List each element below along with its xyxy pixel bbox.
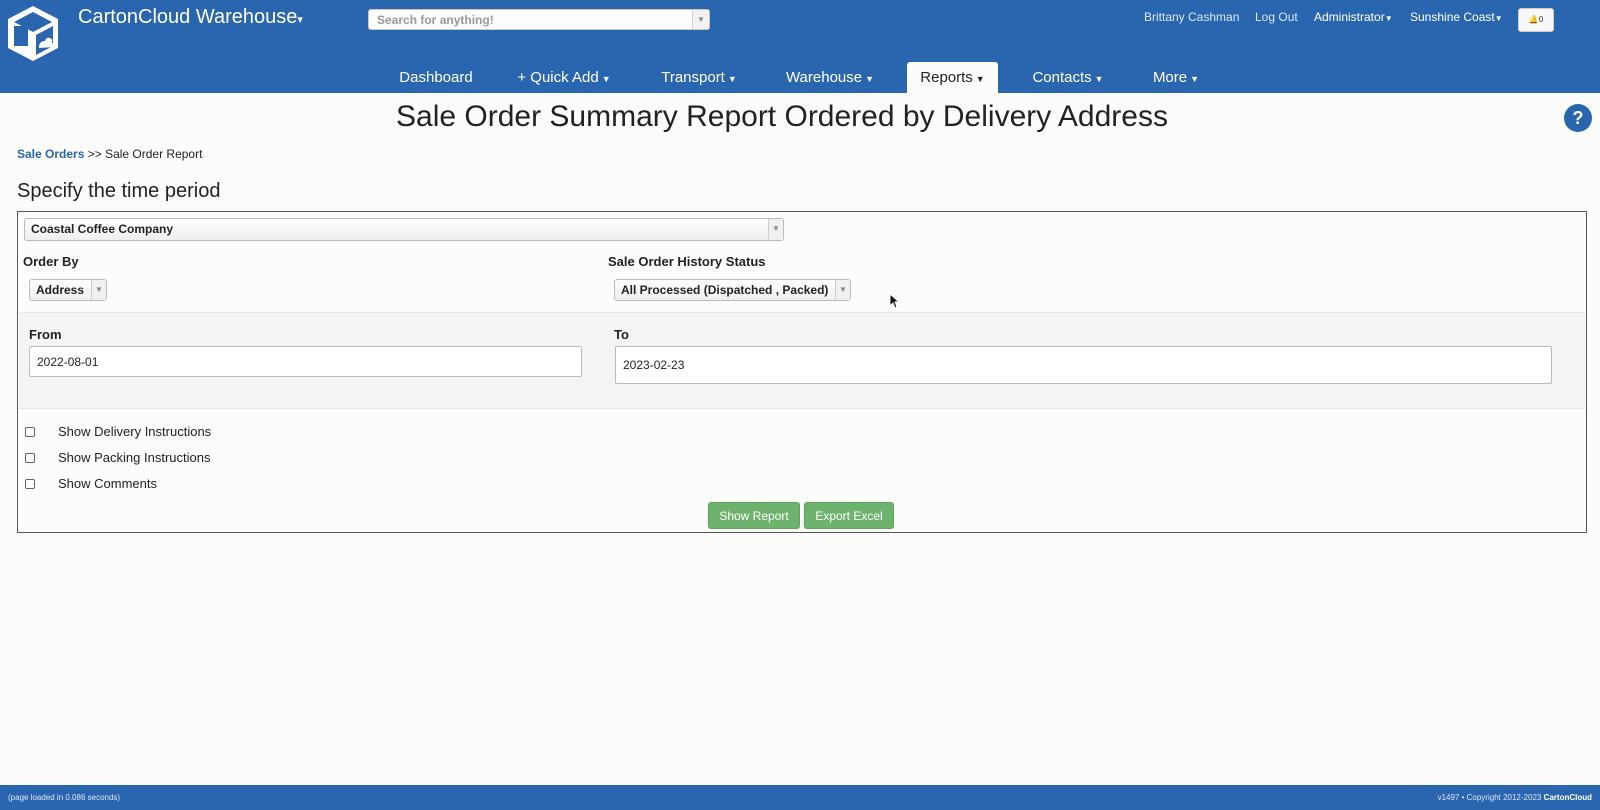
chevron-down-icon: ▼ [865, 74, 875, 84]
breadcrumb-separator: >> [84, 147, 106, 161]
from-label: From [29, 327, 62, 342]
notifications-button[interactable]: 🔔0 [1518, 8, 1554, 32]
search-input[interactable] [375, 10, 689, 30]
copyright-text: v1497 • Copyright 2012-2023 [1437, 793, 1544, 802]
nav-more-label: More [1152, 69, 1188, 86]
nav-warehouse-label: Warehouse [785, 69, 863, 86]
nav-transport-label: Transport [661, 69, 725, 86]
show-delivery-instructions-label: Show Delivery Instructions [58, 424, 212, 439]
search-box[interactable]: ▼ [368, 9, 710, 30]
notification-count: 0 [1538, 15, 1544, 24]
to-date-input[interactable] [615, 346, 1552, 384]
show-delivery-instructions-checkbox[interactable] [25, 427, 35, 437]
show-packing-instructions-checkbox[interactable] [25, 453, 35, 463]
breadcrumb-link-sale-orders[interactable]: Sale Orders [17, 147, 84, 161]
chevron-down-icon: ▼ [768, 219, 783, 240]
chevron-down-icon: ▼ [835, 280, 850, 300]
status-select[interactable]: All Processed (Dispatched , Packed) ▼ [614, 279, 851, 301]
nav-contacts[interactable]: Contacts ▼ [1024, 62, 1112, 93]
help-icon[interactable]: ? [1564, 104, 1592, 132]
chevron-down-icon: ▼ [1190, 74, 1200, 84]
breadcrumb-current: Sale Order Report [105, 147, 203, 161]
customer-select[interactable]: Coastal Coffee Company ▼ [24, 218, 784, 241]
chevron-down-icon: ▼ [1094, 74, 1104, 84]
top-header: CartonCloud Warehouse▾ ▼ Brittany Cashma… [0, 0, 1600, 93]
chevron-down-icon: ▾ [297, 14, 303, 26]
nav-contacts-label: Contacts [1032, 69, 1092, 86]
page-title: Sale Order Summary Report Ordered by Del… [396, 100, 1168, 133]
show-comments-checkbox[interactable] [25, 479, 35, 489]
chevron-down-icon: ▼ [1384, 14, 1393, 23]
show-report-button[interactable]: Show Report [708, 502, 800, 529]
show-packing-instructions-label: Show Packing Instructions [58, 450, 211, 465]
role-menu[interactable]: Administrator▼ [1314, 10, 1393, 24]
app-title[interactable]: CartonCloud Warehouse▾ [78, 6, 303, 29]
nav-quick-add-label: + Quick Add [517, 69, 599, 86]
order-by-select[interactable]: Address ▼ [29, 279, 107, 301]
location-menu-label: Sunshine Coast [1410, 10, 1495, 24]
copyright: v1497 • Copyright 2012-2023 CartonCloud [1438, 793, 1592, 802]
nav-more[interactable]: More ▼ [1146, 62, 1206, 93]
nav-dashboard[interactable]: Dashboard [388, 62, 484, 93]
section-title: Specify the time period [17, 180, 221, 202]
order-by-label: Order By [23, 254, 79, 269]
nav-dashboard-label: Dashboard [399, 69, 473, 86]
nav-reports[interactable]: Reports ▼ [907, 62, 998, 93]
logout-link[interactable]: Log Out [1255, 10, 1298, 24]
nav-warehouse[interactable]: Warehouse ▼ [780, 62, 880, 93]
export-excel-button[interactable]: Export Excel [804, 502, 894, 529]
from-date-input[interactable] [29, 346, 582, 377]
cartoncloud-logo-icon[interactable] [6, 4, 60, 62]
chevron-down-icon[interactable]: ▼ [692, 10, 709, 29]
nav-reports-label: Reports [920, 69, 973, 86]
chevron-down-icon: ▼ [727, 74, 737, 84]
to-label: To [614, 327, 629, 342]
status-select-value: All Processed (Dispatched , Packed) [621, 283, 829, 297]
bell-icon: 🔔 [1528, 15, 1539, 24]
customer-select-value: Coastal Coffee Company [31, 222, 174, 236]
date-range-section: From To [19, 312, 1585, 409]
nav-quick-add[interactable]: + Quick Add ▼ [508, 62, 620, 93]
mouse-cursor-icon [889, 293, 901, 309]
role-menu-label: Administrator [1314, 10, 1385, 24]
order-by-select-value: Address [36, 283, 85, 297]
breadcrumb: Sale Orders >> Sale Order Report [17, 147, 202, 161]
chevron-down-icon: ▼ [91, 280, 106, 300]
chevron-down-icon: ▼ [975, 74, 985, 84]
report-form-panel: Coastal Coffee Company ▼ Order By Addres… [17, 211, 1587, 533]
app-title-text: CartonCloud Warehouse [78, 6, 298, 28]
user-name-link[interactable]: Brittany Cashman [1144, 10, 1239, 24]
page-load-time: (page loaded in 0.086 seconds) [8, 793, 121, 802]
chevron-down-icon: ▼ [1494, 14, 1503, 23]
chevron-down-icon: ▼ [601, 74, 611, 84]
location-menu[interactable]: Sunshine Coast▼ [1410, 10, 1503, 24]
status-label: Sale Order History Status [608, 254, 766, 269]
footer: (page loaded in 0.086 seconds) v1497 • C… [0, 785, 1600, 810]
show-comments-label: Show Comments [58, 476, 157, 491]
nav-transport[interactable]: Transport ▼ [654, 62, 744, 93]
footer-brand: CartonCloud [1543, 793, 1592, 802]
